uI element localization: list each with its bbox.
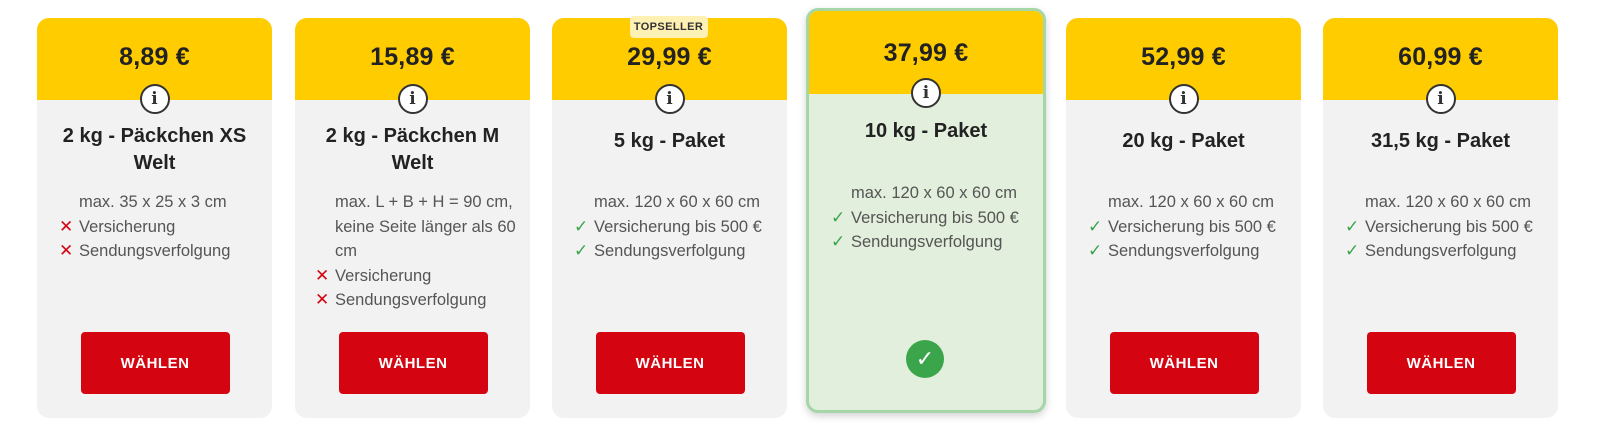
cross-icon: ✕	[315, 265, 330, 285]
info-icon[interactable]: i	[1168, 84, 1199, 114]
cross-icon: ✕	[59, 216, 74, 236]
product-title: 10 kg - Paket	[864, 120, 988, 142]
price: 60,99 €	[1398, 43, 1483, 71]
check-icon: ✓	[831, 232, 846, 251]
dimensions: max. 120 x 60 x 60 cm	[1108, 193, 1274, 211]
info-icon[interactable]: i	[911, 78, 941, 108]
dimensions: max. 120 x 60 x 60 cm	[1365, 193, 1531, 211]
info-icon[interactable]: i	[654, 84, 685, 114]
dimensions: max. 120 x 60 x 60 cm	[851, 184, 1017, 202]
product-card-5kg[interactable]: TOPSELLER 29,99 € i 5 kg - Paket max. 12…	[552, 16, 787, 418]
feature-list: max. 120 x 60 x 60 cm ✓ Versicherung bis …	[1345, 190, 1548, 264]
feature-list: max. 120 x 60 x 60 cm ✓ Versicherung bis …	[831, 181, 1033, 255]
feature-list: max. 120 x 60 x 60 cm ✓ Versicherung bis …	[1088, 190, 1291, 264]
product-card-xs[interactable]: 8,89 € i 2 kg - Päckchen XS Welt max. 35…	[37, 18, 272, 418]
check-icon: ✓	[1088, 216, 1103, 236]
dimensions: max. 120 x 60 x 60 cm	[594, 193, 760, 211]
price: 29,99 €	[627, 43, 712, 71]
feature-insurance: ✕ Versicherung	[59, 215, 262, 240]
product-title: 2 kg - Päckchen XS Welt	[62, 125, 247, 174]
check-icon: ✓	[1088, 241, 1103, 260]
feature-tracking: ✕ Sendungsverfolgung	[315, 288, 516, 313]
select-button[interactable]: WÄHLEN	[338, 332, 488, 394]
price: 8,89 €	[119, 43, 190, 71]
feature-tracking: ✓ Sendungsverfolgung	[1345, 239, 1548, 264]
product-card-10kg-selected[interactable]: 37,99 € i 10 kg - Paket max. 120 x 60 x …	[806, 8, 1046, 413]
feature-tracking: ✓ Sendungsverfolgung	[574, 239, 777, 264]
dimensions: max. L + B + H = 90 cm, keine Seite läng…	[335, 193, 516, 260]
select-button[interactable]: WÄHLEN	[1109, 332, 1259, 394]
feature-list: max. L + B + H = 90 cm, keine Seite läng…	[315, 190, 516, 313]
product-card-31-5kg[interactable]: 60,99 € i 31,5 kg - Paket max. 120 x 60 …	[1323, 18, 1558, 418]
info-icon[interactable]: i	[1425, 84, 1456, 114]
feature-insurance: ✕ Versicherung	[315, 264, 516, 289]
product-title: 31,5 kg - Paket	[1371, 130, 1510, 152]
price: 52,99 €	[1141, 43, 1226, 71]
product-title: 5 kg - Paket	[613, 130, 726, 152]
check-icon: ✓	[574, 216, 589, 236]
product-card-m[interactable]: 15,89 € i 2 kg - Päckchen M Welt max. L …	[295, 18, 530, 418]
select-button[interactable]: WÄHLEN	[80, 332, 230, 394]
feature-insurance: ✓ Versicherung bis 500 €	[1088, 215, 1291, 240]
info-icon[interactable]: i	[139, 84, 170, 114]
feature-insurance: ✓ Versicherung bis 500 €	[1345, 215, 1548, 240]
feature-list: max. 120 x 60 x 60 cm ✓ Versicherung bis …	[574, 190, 777, 264]
product-title: 2 kg - Päckchen M Welt	[325, 125, 500, 174]
check-icon: ✓	[1345, 216, 1360, 236]
check-icon: ✓	[1345, 241, 1360, 260]
cross-icon: ✕	[315, 290, 330, 309]
selected-check-icon: ✓	[906, 340, 944, 378]
dimensions: max. 35 x 25 x 3 cm	[79, 193, 227, 211]
feature-insurance: ✓ Versicherung bis 500 €	[574, 215, 777, 240]
feature-tracking: ✓ Sendungsverfolgung	[831, 230, 1033, 255]
info-icon[interactable]: i	[397, 84, 428, 114]
cross-icon: ✕	[59, 241, 74, 260]
feature-insurance: ✓ Versicherung bis 500 €	[831, 206, 1033, 231]
feature-tracking: ✕ Sendungsverfolgung	[59, 239, 262, 264]
product-card-20kg[interactable]: 52,99 € i 20 kg - Paket max. 120 x 60 x …	[1066, 18, 1301, 418]
price: 37,99 €	[883, 39, 969, 67]
check-icon: ✓	[831, 207, 846, 227]
check-icon: ✓	[574, 241, 589, 260]
product-title: 20 kg - Paket	[1122, 130, 1245, 152]
select-button[interactable]: WÄHLEN	[1366, 332, 1516, 394]
price: 15,89 €	[370, 43, 455, 71]
topseller-badge: TOPSELLER	[629, 16, 708, 38]
feature-list: max. 35 x 25 x 3 cm ✕ Versicherung ✕ Sendu…	[59, 190, 262, 264]
feature-tracking: ✓ Sendungsverfolgung	[1088, 239, 1291, 264]
select-button[interactable]: WÄHLEN	[595, 332, 745, 394]
